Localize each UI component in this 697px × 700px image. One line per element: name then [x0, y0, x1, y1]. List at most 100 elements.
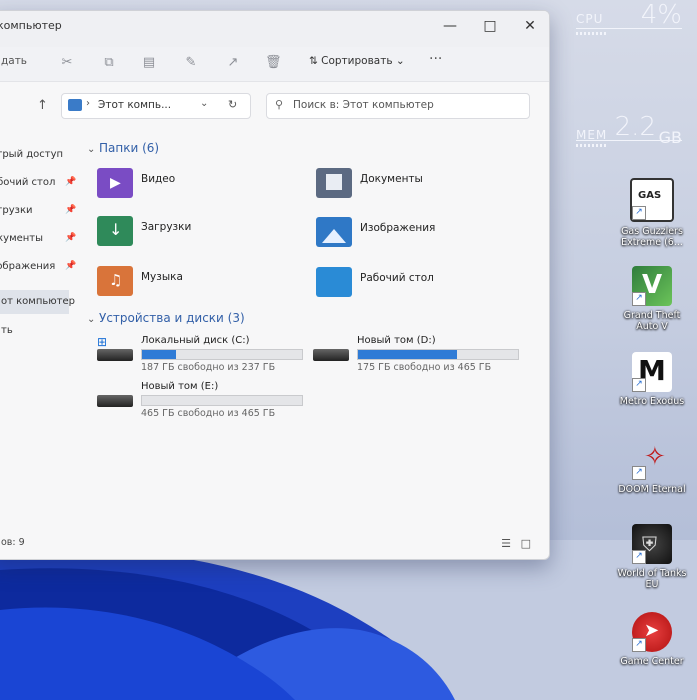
explorer-window[interactable]: компьютер — □ ✕ дать ✂ ⧉ ▤ ✎ ↗ 🗑 ⇅ Сорти… [0, 10, 550, 560]
cut-icon[interactable]: ✂ [59, 55, 75, 71]
sidebar-item-label: зображения [0, 261, 56, 272]
delete-icon[interactable]: 🗑 [265, 55, 282, 71]
game-center-icon: ➤ ↗ [632, 612, 672, 652]
shortcut-arrow-icon: ↗ [632, 466, 646, 480]
close-button[interactable]: ✕ [515, 15, 545, 37]
gas-guzzlers-icon: GAS ↗ [630, 178, 674, 222]
up-arrow-icon[interactable]: ↑ [37, 98, 48, 113]
desktop-icon-game-center[interactable]: ➤ ↗ Game Center [612, 612, 692, 667]
sidebar-item-label: стрый доступ [0, 149, 64, 160]
folders-header-label: Папки (6) [99, 141, 160, 155]
sidebar-item-label: агрузки [0, 205, 33, 216]
sidebar-item-label: окументы [0, 233, 44, 244]
sidebar-item-documents[interactable]: окументы 📌 [0, 233, 76, 244]
folder-label: Музыка [141, 271, 183, 283]
drive-usage-bar [141, 349, 303, 360]
drive-usage-fill [142, 350, 176, 359]
documents-folder-icon [316, 168, 352, 198]
memory-meter: MEM 2.2 GB [576, 112, 682, 152]
folders-header[interactable]: ⌄ Папки (6) [87, 141, 159, 155]
status-bar: ов: 9 □ ☰ [1, 537, 539, 555]
drive-name: Локальный диск (C:) [141, 335, 250, 346]
desktop-folder-icon [316, 267, 352, 297]
cpu-label: CPU [576, 12, 604, 26]
cpu-graph [576, 32, 606, 35]
music-folder-icon: ♫ [97, 266, 133, 296]
drives-header[interactable]: ⌄ Устройства и диски (3) [87, 311, 245, 325]
sidebar-item-downloads[interactable]: агрузки 📌 [0, 205, 76, 216]
folder-label: Изображения [360, 222, 436, 234]
drive-usage-bar [141, 395, 303, 406]
sidebar-item-label: ть [1, 325, 13, 336]
desktop-icon-label: Metro Exodus [619, 396, 685, 407]
pictures-folder-icon [316, 217, 352, 247]
sort-label: Сортировать [321, 55, 393, 67]
desktop-icon-label: DOOM Eternal [618, 484, 686, 495]
drive-icon [97, 395, 133, 407]
refresh-icon[interactable]: ↻ [228, 98, 237, 111]
gta-v-icon: V ↗ [632, 266, 672, 306]
drive-name: Новый том (D:) [357, 335, 436, 346]
drive-free-space: 465 ГБ свободно из 465 ГБ [141, 408, 276, 419]
folder-label: Документы [360, 173, 423, 185]
search-box[interactable]: ⚲ Поиск в: Этот компьютер [266, 93, 530, 119]
history-chevron-icon[interactable]: ⌄ [200, 98, 208, 109]
chevron-down-icon: ⌄ [87, 144, 96, 155]
videos-folder-icon: ▶ [97, 168, 133, 198]
desktop-icon-label: Gas Guzzlers Extreme (6... [621, 226, 683, 248]
chevron-down-icon: ⌄ [87, 314, 96, 325]
folder-label: Видео [141, 173, 176, 185]
drives-header-label: Устройства и диски (3) [99, 311, 245, 325]
minimize-button[interactable]: — [435, 15, 465, 37]
drive-icon [97, 349, 133, 361]
metro-exodus-icon: M ↗ [632, 352, 672, 392]
tiles-view-icon[interactable]: □ [521, 537, 531, 550]
memory-line [576, 140, 682, 141]
desktop-icon-label: Grand Theft Auto V [623, 310, 681, 332]
new-button[interactable]: дать [1, 55, 27, 67]
sidebar-item-pictures[interactable]: зображения 📌 [0, 261, 76, 272]
window-title: компьютер [0, 19, 62, 32]
sidebar-item-this-pc[interactable]: от компьютер [0, 290, 75, 314]
sort-button[interactable]: ⇅ Сортировать ⌄ [309, 55, 405, 67]
copy-icon[interactable]: ⧉ [101, 55, 117, 71]
desktop-icon-gta-v[interactable]: V ↗ Grand Theft Auto V [612, 266, 692, 332]
sidebar-item-quick-access[interactable]: стрый доступ [0, 149, 63, 160]
windows-logo-icon: ⊞ [97, 335, 108, 349]
address-row: ↑ › Этот компь... ⌄ ↻ ⚲ Поиск в: Этот ко… [0, 91, 549, 121]
rename-icon[interactable]: ✎ [183, 55, 199, 71]
desktop-icon-doom-eternal[interactable]: ✧ ↗ DOOM Eternal [612, 440, 692, 495]
item-count: ов: 9 [1, 537, 25, 548]
memory-graph [576, 144, 606, 147]
more-button[interactable]: ··· [429, 51, 442, 67]
sort-icon: ⇅ [309, 55, 322, 67]
search-placeholder: Поиск в: Этот компьютер [293, 99, 434, 111]
downloads-folder-icon: ↓ [97, 216, 133, 246]
desktop-icon-label: Game Center [620, 656, 684, 667]
cpu-value: 4% [640, 0, 682, 30]
title-bar[interactable]: компьютер — □ ✕ [0, 11, 549, 47]
desktop-icon-world-of-tanks[interactable]: ⛨ ↗ World of Tanks EU [612, 524, 692, 590]
desktop-icon-metro-exodus[interactable]: M ↗ Metro Exodus [612, 352, 692, 407]
world-of-tanks-icon: ⛨ ↗ [632, 524, 672, 564]
pin-icon: 📌 [65, 233, 77, 243]
maximize-button[interactable]: □ [475, 15, 505, 37]
memory-unit: GB [658, 128, 682, 147]
address-text: Этот компь... [98, 99, 172, 111]
sidebar-item-network[interactable]: ть [0, 325, 13, 336]
search-icon: ⚲ [275, 98, 284, 111]
details-view-icon[interactable]: ☰ [501, 537, 511, 550]
paste-icon[interactable]: ▤ [141, 55, 157, 71]
desktop-icon-label: World of Tanks EU [617, 568, 687, 590]
sidebar-item-desktop[interactable]: абочий стол 📌 [0, 177, 76, 188]
share-icon[interactable]: ↗ [225, 55, 241, 71]
sidebar-item-label: абочий стол [0, 177, 56, 188]
memory-value: 2.2 [614, 112, 656, 142]
drive-free-space: 187 ГБ свободно из 237 ГБ [141, 362, 276, 373]
shortcut-arrow-icon: ↗ [632, 292, 646, 306]
cpu-meter: CPU 4% [576, 0, 682, 36]
address-bar[interactable]: › Этот компь... ⌄ ↻ [61, 93, 251, 119]
desktop-icon-gas-guzzlers[interactable]: GAS ↗ Gas Guzzlers Extreme (6... [612, 178, 692, 248]
cpu-line [576, 28, 682, 29]
folder-label: Загрузки [141, 221, 192, 233]
